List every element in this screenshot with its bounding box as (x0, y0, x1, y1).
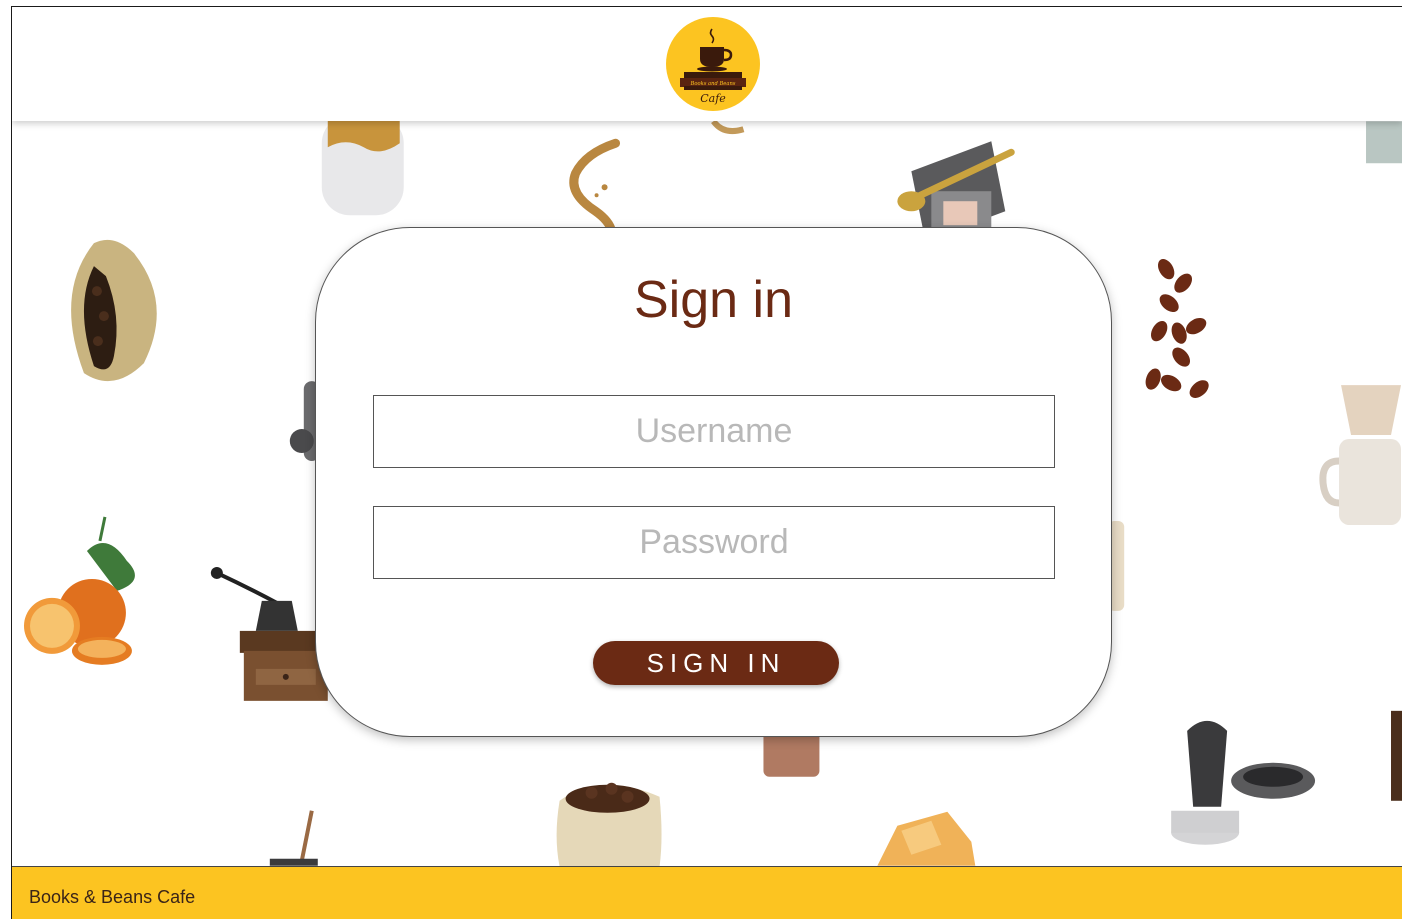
coffee-beans-icon (1145, 259, 1209, 398)
coffee-drip-icon (711, 121, 745, 135)
username-input[interactable] (373, 395, 1055, 468)
signin-card: Sign in SIGN IN (315, 227, 1112, 737)
footer: Books & Beans Cafe (12, 866, 1402, 919)
logo-text-bottom: Cafe (700, 92, 726, 105)
milk-bottle-icon (321, 121, 404, 216)
stir-stick-icon (269, 810, 318, 866)
jar-icon (1366, 121, 1402, 164)
signin-title: Sign in (634, 271, 793, 329)
coffee-tamper-icon (1171, 720, 1316, 845)
orange-slices-icon (23, 516, 135, 665)
footer-brand-text: Books & Beans Cafe (29, 887, 196, 907)
coffee-grinder-icon (210, 566, 330, 701)
grinder-edge-icon (1391, 710, 1402, 801)
coffee-sack-icon (556, 782, 662, 866)
cinnamon-icon (763, 730, 820, 777)
header: Books and Beans Cafe (12, 7, 1402, 121)
cocoa-pod-icon (71, 239, 157, 382)
logo-text-top: Books and Beans (690, 81, 736, 87)
coffee-steam-icon (569, 138, 621, 236)
cafe-logo-icon[interactable]: Books and Beans Cafe (666, 17, 760, 111)
sugar-cubes-icon (877, 811, 976, 866)
password-input[interactable] (373, 506, 1055, 579)
pour-over-mug-icon (1319, 385, 1402, 525)
signin-button[interactable]: SIGN IN (593, 641, 839, 685)
app-frame: Books and Beans Cafe Sign in Username SI… (11, 6, 1402, 919)
